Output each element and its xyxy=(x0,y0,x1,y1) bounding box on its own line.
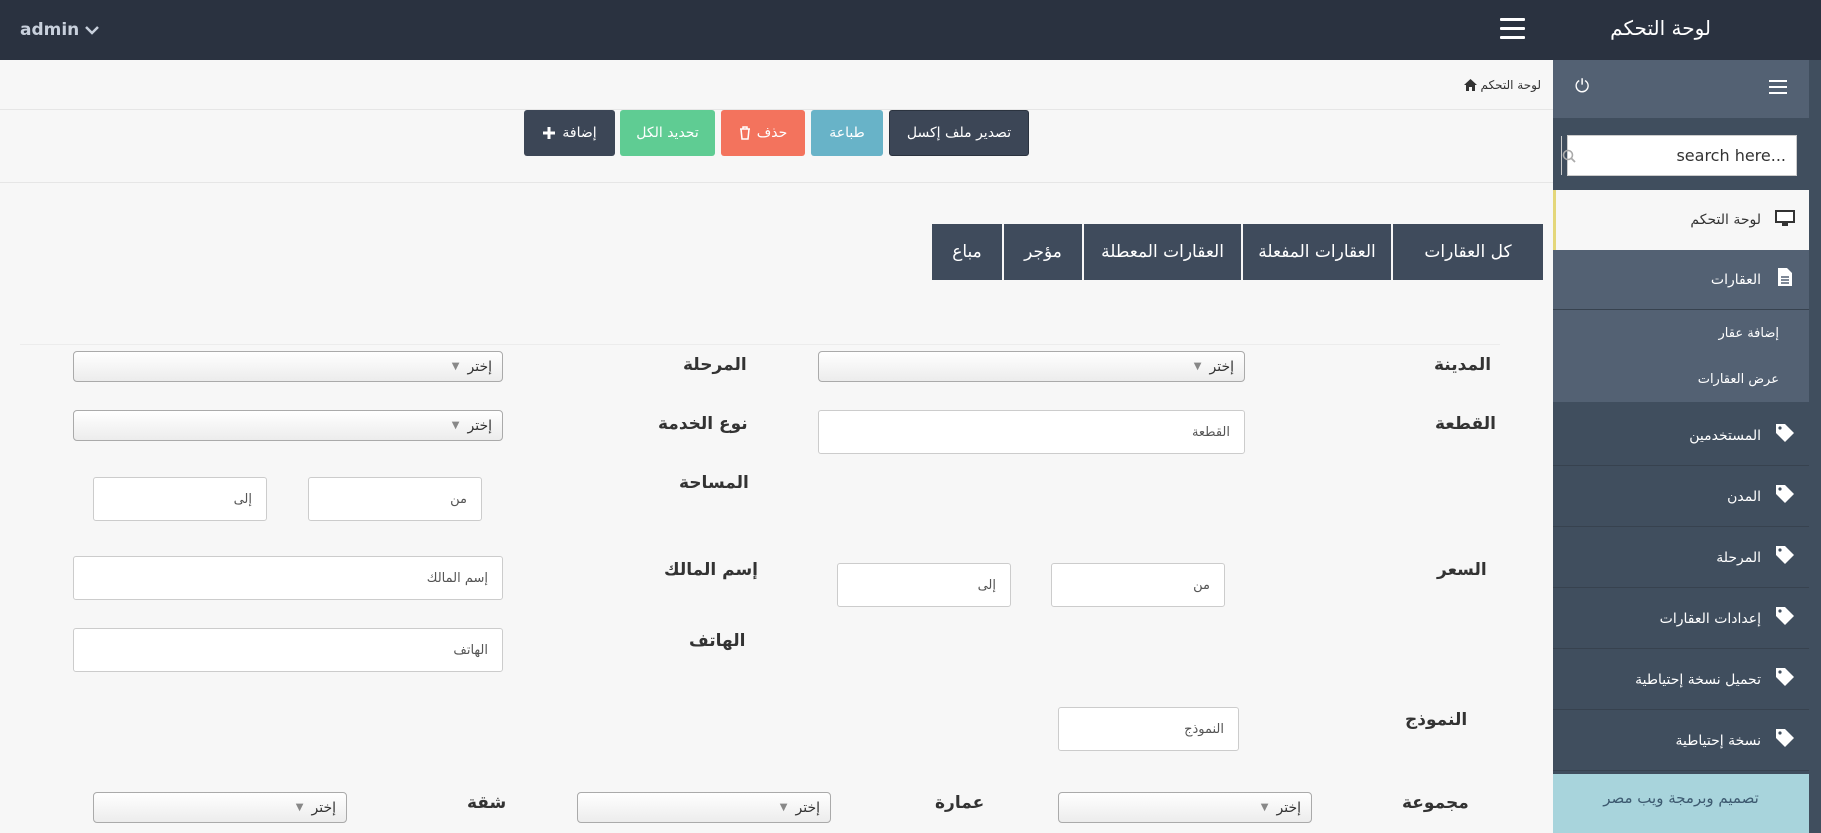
phase-select[interactable]: ▼ إختر xyxy=(73,351,503,382)
print-button[interactable]: طباعة xyxy=(811,110,883,156)
area-to-input[interactable] xyxy=(93,477,267,521)
add-button[interactable]: إضافة xyxy=(524,110,615,156)
power-icon[interactable]: ⏻ xyxy=(1575,76,1589,97)
sidebar-item-users[interactable]: المستخدمين xyxy=(1553,406,1809,466)
dropdown-arrow-icon: ▼ xyxy=(1193,361,1202,372)
sidebar-item-label: تحميل نسخة إحتياطية xyxy=(1635,671,1761,688)
delete-button[interactable]: حذف xyxy=(721,110,805,156)
sidebar-item-backup[interactable]: نسخة إحتياطية xyxy=(1553,711,1809,771)
owner-name-input[interactable] xyxy=(73,556,503,600)
desktop-icon xyxy=(1773,209,1797,232)
apartment-label: شقة xyxy=(467,793,507,813)
sidebar-item-label: نسخة إحتياطية xyxy=(1675,732,1761,749)
select-all-button[interactable]: تحديد الكل xyxy=(620,110,715,156)
menu-toggle-icon[interactable] xyxy=(1500,18,1525,40)
tag-icon xyxy=(1773,728,1797,753)
plot-label: القطعة xyxy=(1435,414,1496,434)
dropdown-arrow-icon: ▼ xyxy=(1260,802,1269,813)
sidebar-item-download-backup[interactable]: تحميل نسخة إحتياطية xyxy=(1553,650,1809,710)
sidebar-item-dashboard[interactable]: لوحة التحكم xyxy=(1553,190,1809,250)
breadcrumb-link[interactable]: لوحة التحكم xyxy=(1481,78,1542,92)
tab-rented[interactable]: مؤجر xyxy=(1004,224,1082,280)
user-name: admin xyxy=(20,20,80,40)
tag-icon xyxy=(1773,606,1797,631)
sidebar-item-label: المرحلة xyxy=(1716,549,1761,566)
model-label: النموذج xyxy=(1405,710,1468,730)
breadcrumb: لوحة التحكم xyxy=(1463,78,1542,92)
sidebar-header: ⏻ xyxy=(1553,60,1809,118)
service-type-label: نوع الخدمة xyxy=(658,414,748,434)
phone-input[interactable] xyxy=(73,628,503,672)
sidebar-subitem-view-properties[interactable]: عرض العقارات xyxy=(1553,356,1809,402)
filter-tabs: كل العقارات العقارات المفعلة العقارات ال… xyxy=(932,224,1543,280)
sidebar-item-properties[interactable]: العقارات xyxy=(1553,250,1809,310)
tag-icon xyxy=(1773,545,1797,570)
price-label: السعر xyxy=(1437,560,1487,580)
divider xyxy=(0,182,1553,183)
search-icon[interactable] xyxy=(1561,136,1576,175)
sidebar-footer: تصميم وبرمجة ويب مصر xyxy=(1553,774,1809,833)
tag-icon xyxy=(1773,667,1797,692)
dropdown-arrow-icon: ▼ xyxy=(779,802,788,813)
export-excel-button[interactable]: تصدير ملف إكسل xyxy=(889,110,1029,156)
city-select[interactable]: ▼ إختر xyxy=(818,351,1245,382)
divider xyxy=(20,344,1500,345)
phone-label: الهاتف xyxy=(689,631,746,651)
building-label: عمارة xyxy=(935,793,985,813)
sidebar-item-cities[interactable]: المدن xyxy=(1553,467,1809,527)
dropdown-arrow-icon: ▼ xyxy=(451,420,460,431)
home-icon xyxy=(1463,79,1477,91)
sidebar-subitem-add-property[interactable]: إضافة عقار xyxy=(1553,310,1809,356)
dropdown-arrow-icon: ▼ xyxy=(295,802,304,813)
price-to-input[interactable] xyxy=(837,563,1011,607)
group-label: مجموعة xyxy=(1402,793,1469,813)
city-label: المدينة xyxy=(1434,355,1492,375)
tab-disabled[interactable]: العقارات المعطلة xyxy=(1084,224,1241,280)
sidebar-item-label: العقارات xyxy=(1710,271,1761,288)
dropdown-arrow-icon: ▼ xyxy=(451,361,460,372)
price-from-input[interactable] xyxy=(1051,563,1225,607)
tab-sold[interactable]: مباع xyxy=(932,224,1002,280)
file-icon xyxy=(1773,267,1797,292)
phase-label: المرحلة xyxy=(683,355,747,375)
tab-all[interactable]: كل العقارات xyxy=(1393,224,1543,280)
brand-title: لوحة التحكم xyxy=(1610,16,1711,40)
sidebar-item-phase[interactable]: المرحلة xyxy=(1553,528,1809,588)
top-navbar: admin لوحة التحكم xyxy=(0,0,1821,60)
sidebar-item-label: المستخدمين xyxy=(1689,427,1761,444)
sidebar-item-label: المدن xyxy=(1727,488,1761,505)
sidebar-item-property-settings[interactable]: إعدادات العقارات xyxy=(1553,589,1809,649)
service-type-select[interactable]: ▼ إختر xyxy=(73,410,503,441)
user-menu[interactable]: admin xyxy=(20,20,100,40)
building-select[interactable]: ▼ إختر xyxy=(577,792,831,823)
area-from-input[interactable] xyxy=(308,477,482,521)
main-content: لوحة التحكم تصدير ملف إكسل طباعة حذف تحد… xyxy=(0,60,1553,833)
chevron-down-icon xyxy=(85,26,100,35)
trash-icon xyxy=(739,126,750,140)
apartment-select[interactable]: ▼ إختر xyxy=(93,792,347,823)
plot-input[interactable] xyxy=(818,410,1245,454)
tag-icon xyxy=(1773,423,1797,448)
search-input[interactable] xyxy=(1576,136,1796,175)
sidebar-item-label: لوحة التحكم xyxy=(1690,212,1761,228)
area-label: المساحة xyxy=(679,473,749,493)
model-input[interactable] xyxy=(1058,707,1239,751)
group-select[interactable]: ▼ إختر xyxy=(1058,792,1312,823)
sidebar: ⏻ لوحة التحكم العقارات إضافة عقار عرض ال… xyxy=(1553,60,1821,833)
tag-icon xyxy=(1773,484,1797,509)
sidebar-search xyxy=(1561,135,1797,176)
sidebar-item-label: إعدادات العقارات xyxy=(1659,610,1761,627)
plus-icon xyxy=(543,127,556,139)
menu-icon[interactable] xyxy=(1769,80,1787,98)
tab-active[interactable]: العقارات المفعلة xyxy=(1243,224,1391,280)
owner-name-label: إسم المالك xyxy=(664,560,758,580)
